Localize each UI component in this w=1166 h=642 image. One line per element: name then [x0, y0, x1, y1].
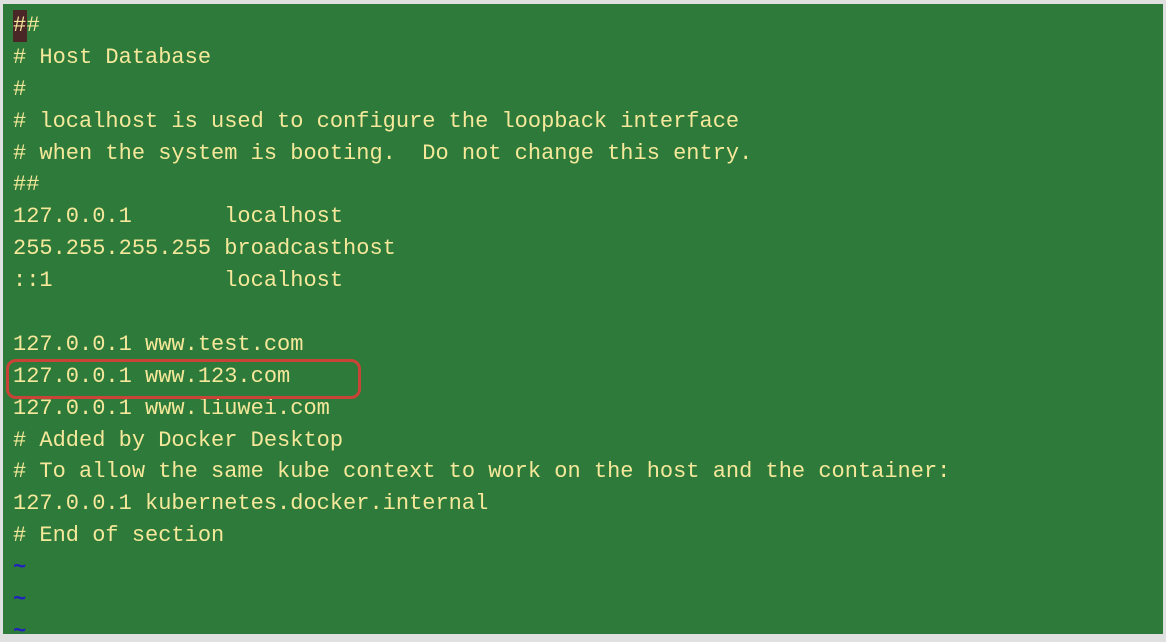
cursor-block: # — [13, 10, 27, 42]
file-line: 127.0.0.1 www.test.com — [13, 329, 1159, 361]
file-line: ::1 localhost — [13, 265, 1159, 297]
file-line: 127.0.0.1 www.liuwei.com — [13, 393, 1159, 425]
file-line: # End of section — [13, 520, 1159, 552]
file-line: # when the system is booting. Do not cha… — [13, 138, 1159, 170]
file-line: ## — [13, 10, 1159, 42]
vim-empty-line: ~ — [13, 616, 1159, 634]
vim-empty-line: ~ — [13, 584, 1159, 616]
file-line: 127.0.0.1 localhost — [13, 201, 1159, 233]
file-line: 127.0.0.1 www.123.com — [13, 361, 1159, 393]
file-line: ## — [13, 169, 1159, 201]
vim-empty-line: ~ — [13, 552, 1159, 584]
terminal-editor[interactable]: ### Host Database## localhost is used to… — [3, 4, 1163, 634]
file-line: # localhost is used to configure the loo… — [13, 106, 1159, 138]
file-line — [13, 297, 1159, 329]
file-line: # — [13, 74, 1159, 106]
file-line: # To allow the same kube context to work… — [13, 456, 1159, 488]
file-line: 255.255.255.255 broadcasthost — [13, 233, 1159, 265]
file-line: # Added by Docker Desktop — [13, 425, 1159, 457]
file-line: 127.0.0.1 kubernetes.docker.internal — [13, 488, 1159, 520]
file-line: # Host Database — [13, 42, 1159, 74]
